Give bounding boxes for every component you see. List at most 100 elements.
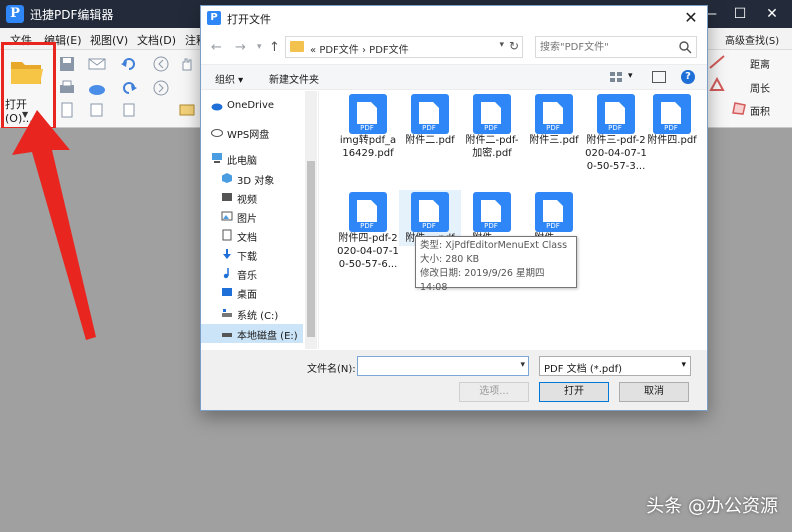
pdf-file-icon: PDF [349, 192, 387, 232]
nav-item-wps[interactable]: WPS网盘 [201, 123, 303, 142]
perimeter-tool[interactable]: 周长 [750, 80, 770, 95]
file-item[interactable]: PDF 附件四.pdf [641, 92, 703, 192]
export-icon[interactable] [88, 102, 106, 118]
folder-icon [290, 41, 304, 52]
cloud-upload-icon[interactable] [88, 80, 106, 96]
navigation-pane: OneDrive WPS网盘 此电脑 3D 对象 视频 图片 文档 下载 音乐 … [201, 91, 319, 349]
refresh-icon[interactable]: ↻ [509, 39, 519, 53]
close-icon[interactable]: ✕ [681, 8, 701, 28]
navigation-row: ← → ▾ ↑ « PDF文件 › PDF文件 ▾ ↻ [201, 34, 707, 62]
address-bar[interactable]: « PDF文件 › PDF文件 ▾ ↻ [285, 36, 523, 58]
search-input[interactable] [540, 40, 676, 54]
save-icon[interactable] [58, 56, 76, 72]
chevron-down-icon[interactable]: ▼ [22, 110, 28, 119]
undo-icon[interactable] [120, 56, 138, 72]
advanced-search-button[interactable]: 高级查找(S) [725, 32, 779, 47]
app-logo-icon: P [6, 5, 24, 23]
computer-icon [212, 153, 222, 163]
nav-item-pictures[interactable]: 图片 [201, 207, 303, 226]
organize-button[interactable]: 组织 ▾ [215, 71, 243, 86]
new-page-icon[interactable] [120, 102, 138, 118]
email-icon[interactable] [88, 56, 106, 72]
nav-item-label: 本地磁盘 (E:) [237, 331, 298, 342]
area-icon[interactable] [730, 100, 748, 116]
page-icon[interactable] [58, 102, 76, 118]
new-folder-button[interactable]: 新建文件夹 [269, 71, 319, 86]
open-label: 打开(O)... [5, 98, 33, 125]
area-tool[interactable]: 面积 [750, 103, 770, 118]
music-icon [223, 268, 229, 279]
nav-item-downloads[interactable]: 下载 [201, 245, 303, 264]
file-item[interactable]: PDF 附件三-pdf-2020-04-07-10-50-57-3... [585, 92, 647, 192]
chevron-down-icon[interactable]: ▾ [499, 40, 504, 50]
filename-input[interactable] [362, 359, 512, 373]
chevron-down-icon[interactable]: ▾ [520, 360, 525, 370]
breadcrumb-item[interactable]: PDF文件 [369, 45, 408, 56]
cancel-button[interactable]: 取消 [619, 382, 689, 402]
redo-icon[interactable] [120, 80, 138, 96]
nav-item-3d-objects[interactable]: 3D 对象 [201, 169, 303, 188]
file-name: 附件二.pdf [405, 135, 455, 146]
nav-item-label: WPS网盘 [227, 130, 270, 141]
file-item[interactable]: PDF img转pdf_a16429.pdf [337, 92, 399, 192]
forward-arrow-icon[interactable]: → [235, 40, 246, 55]
open-button[interactable]: 打开(O)... ▼ [4, 52, 52, 125]
open-confirm-button[interactable]: 打开 [539, 382, 609, 402]
file-item[interactable]: PDF 附件二.pdf [399, 92, 461, 192]
menu-view[interactable]: 视图(V) [90, 32, 128, 48]
back-arrow-icon[interactable]: ← [211, 40, 222, 55]
snapshot-icon[interactable] [178, 102, 196, 118]
options-button[interactable]: 选项... [459, 382, 529, 402]
nav-item-label: 系统 (C:) [237, 311, 279, 322]
recent-dropdown-icon[interactable]: ▾ [257, 42, 262, 52]
perimeter-icon[interactable] [708, 77, 726, 93]
nav-item-music[interactable]: 音乐 [201, 264, 303, 283]
file-item[interactable]: PDF 附件三.pdf [523, 92, 585, 192]
pdf-file-icon: PDF [653, 94, 691, 134]
svg-text:PDF: PDF [360, 222, 374, 230]
svg-text:PDF: PDF [422, 222, 436, 230]
hand-tool-icon[interactable] [178, 56, 196, 72]
svg-text:PDF: PDF [608, 124, 622, 132]
breadcrumb-item[interactable]: PDF文件 [319, 45, 358, 56]
file-name: 附件二-pdf-加密.pdf [465, 135, 519, 159]
file-name: 附件三-pdf-2020-04-07-10-50-57-3... [585, 135, 647, 172]
nav-item-documents[interactable]: 文档 [201, 226, 303, 245]
forward-icon[interactable] [152, 80, 170, 96]
close-window-icon[interactable]: ✕ [762, 4, 782, 24]
search-field[interactable] [535, 36, 697, 58]
nav-item-drive-e[interactable]: 本地磁盘 (E:) [201, 324, 303, 343]
file-item[interactable]: PDF 附件四-pdf-2020-04-07-10-50-57-6... [337, 190, 399, 290]
dialog-titlebar: P 打开文件 ✕ [201, 6, 707, 30]
nav-item-label: OneDrive [227, 100, 275, 111]
distance-icon[interactable] [708, 54, 726, 70]
folder-open-icon [11, 62, 43, 84]
scrollbar-thumb[interactable] [307, 161, 315, 337]
dialog-footer: 文件名(N): ▾ PDF 文档 (*.pdf) ▾ 选项... 打开 取消 [201, 350, 707, 410]
nav-scrollbar[interactable] [305, 91, 317, 349]
distance-tool[interactable]: 距离 [750, 56, 770, 71]
nav-item-onedrive[interactable]: OneDrive [201, 97, 303, 116]
nav-item-desktop[interactable]: 桌面 [201, 283, 303, 302]
nav-item-label: 视频 [237, 195, 257, 206]
watermark: 头条 @办公资源 [646, 496, 778, 517]
preview-pane-icon[interactable] [652, 71, 666, 83]
maximize-icon[interactable]: ☐ [730, 4, 750, 24]
print-icon[interactable] [58, 80, 76, 96]
chevron-down-icon[interactable]: ▾ [628, 71, 633, 81]
pdf-file-icon: PDF [473, 94, 511, 134]
chevron-down-icon: ▾ [681, 360, 686, 370]
up-arrow-icon[interactable]: ↑ [269, 40, 280, 55]
filetype-select[interactable]: PDF 文档 (*.pdf) ▾ [539, 356, 691, 376]
nav-item-drive-c[interactable]: 系统 (C:) [201, 304, 303, 323]
help-icon[interactable]: ? [681, 70, 695, 84]
back-icon[interactable] [152, 56, 170, 72]
nav-item-this-pc[interactable]: 此电脑 [201, 149, 303, 168]
breadcrumb-overflow[interactable]: « [310, 45, 316, 56]
nav-item-videos[interactable]: 视频 [201, 188, 303, 207]
cloud-icon [211, 103, 223, 111]
menu-document[interactable]: 文档(D) [137, 32, 176, 48]
file-item[interactable]: PDF 附件二-pdf-加密.pdf [461, 92, 523, 192]
filename-field[interactable]: ▾ [357, 356, 529, 376]
view-options-icon[interactable] [609, 71, 623, 83]
